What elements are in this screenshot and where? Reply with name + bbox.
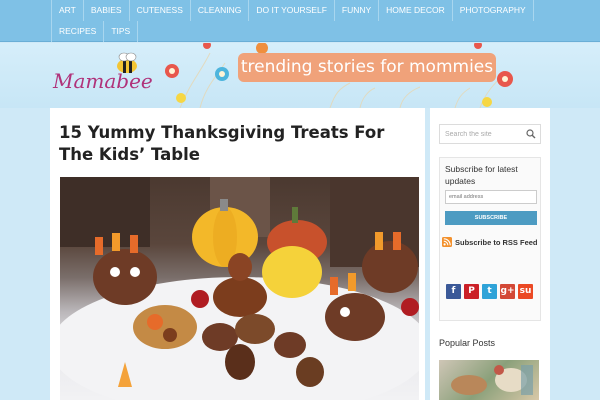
- popular-posts-heading: Popular Posts: [439, 338, 496, 348]
- subscribe-button[interactable]: SUBSCRIBE: [445, 211, 537, 225]
- email-field[interactable]: [445, 190, 537, 204]
- subscribe-widget: Subscribe for latest updates SUBSCRIBE S…: [439, 157, 541, 321]
- site-header: Mamabee trending stories for mommies: [0, 43, 600, 108]
- bee-logo-icon: [117, 52, 137, 73]
- google-plus-icon[interactable]: g+: [500, 284, 515, 299]
- search-icon[interactable]: [526, 129, 536, 139]
- popular-post-image: [451, 365, 533, 395]
- treats-photo-illustration: [60, 177, 419, 400]
- nav-item-home-decor[interactable]: HOME DECOR: [379, 0, 453, 21]
- nav-item-tips[interactable]: TIPS: [104, 21, 139, 42]
- facebook-icon[interactable]: f: [446, 284, 461, 299]
- nav-item-recipes[interactable]: RECIPES: [51, 21, 105, 42]
- pinterest-icon[interactable]: P: [464, 284, 479, 299]
- main-content: 15 Yummy Thanksgiving Treats For The Kid…: [50, 108, 425, 400]
- rss-label[interactable]: Subscribe to RSS Feed: [455, 238, 538, 247]
- popular-post-thumbnail[interactable]: [439, 360, 539, 400]
- post-title[interactable]: 15 Yummy Thanksgiving Treats For The Kid…: [59, 122, 409, 166]
- nav-item-babies[interactable]: BABIES: [84, 0, 130, 21]
- nav-item-photography[interactable]: PHOTOGRAPHY: [453, 0, 534, 21]
- search-box: [439, 124, 541, 144]
- nav-item-cuteness[interactable]: CUTENESS: [130, 0, 191, 21]
- top-navigation: ART BABIES CUTENESS CLEANING DO IT YOURSELF F…: [0, 0, 600, 42]
- search-input[interactable]: [445, 125, 525, 143]
- sidebar: Subscribe for latest updates SUBSCRIBE S…: [430, 108, 550, 400]
- rss-link[interactable]: Subscribe to RSS Feed: [442, 237, 538, 247]
- post-featured-image[interactable]: [60, 177, 419, 400]
- nav-row-secondary: RECIPES TIPS: [51, 21, 139, 42]
- subscribe-text: Subscribe for latest updates: [445, 164, 518, 186]
- nav-item-do-it-yourself[interactable]: DO IT YOURSELF: [249, 0, 335, 21]
- social-icons: f Pt g+ su: [446, 284, 536, 299]
- rss-icon: [442, 237, 452, 247]
- nav-item-art[interactable]: ART: [51, 0, 84, 21]
- tagline-banner: trending stories for mommies: [238, 53, 496, 82]
- twitter-icon[interactable]: t: [482, 284, 497, 299]
- nav-item-cleaning[interactable]: CLEANING: [191, 0, 250, 21]
- nav-row-primary: ART BABIES CUTENESS CLEANING DO IT YOURSELF F…: [51, 0, 534, 21]
- nav-item-funny[interactable]: FUNNY: [335, 0, 380, 21]
- stumbleupon-icon[interactable]: su: [518, 284, 533, 299]
